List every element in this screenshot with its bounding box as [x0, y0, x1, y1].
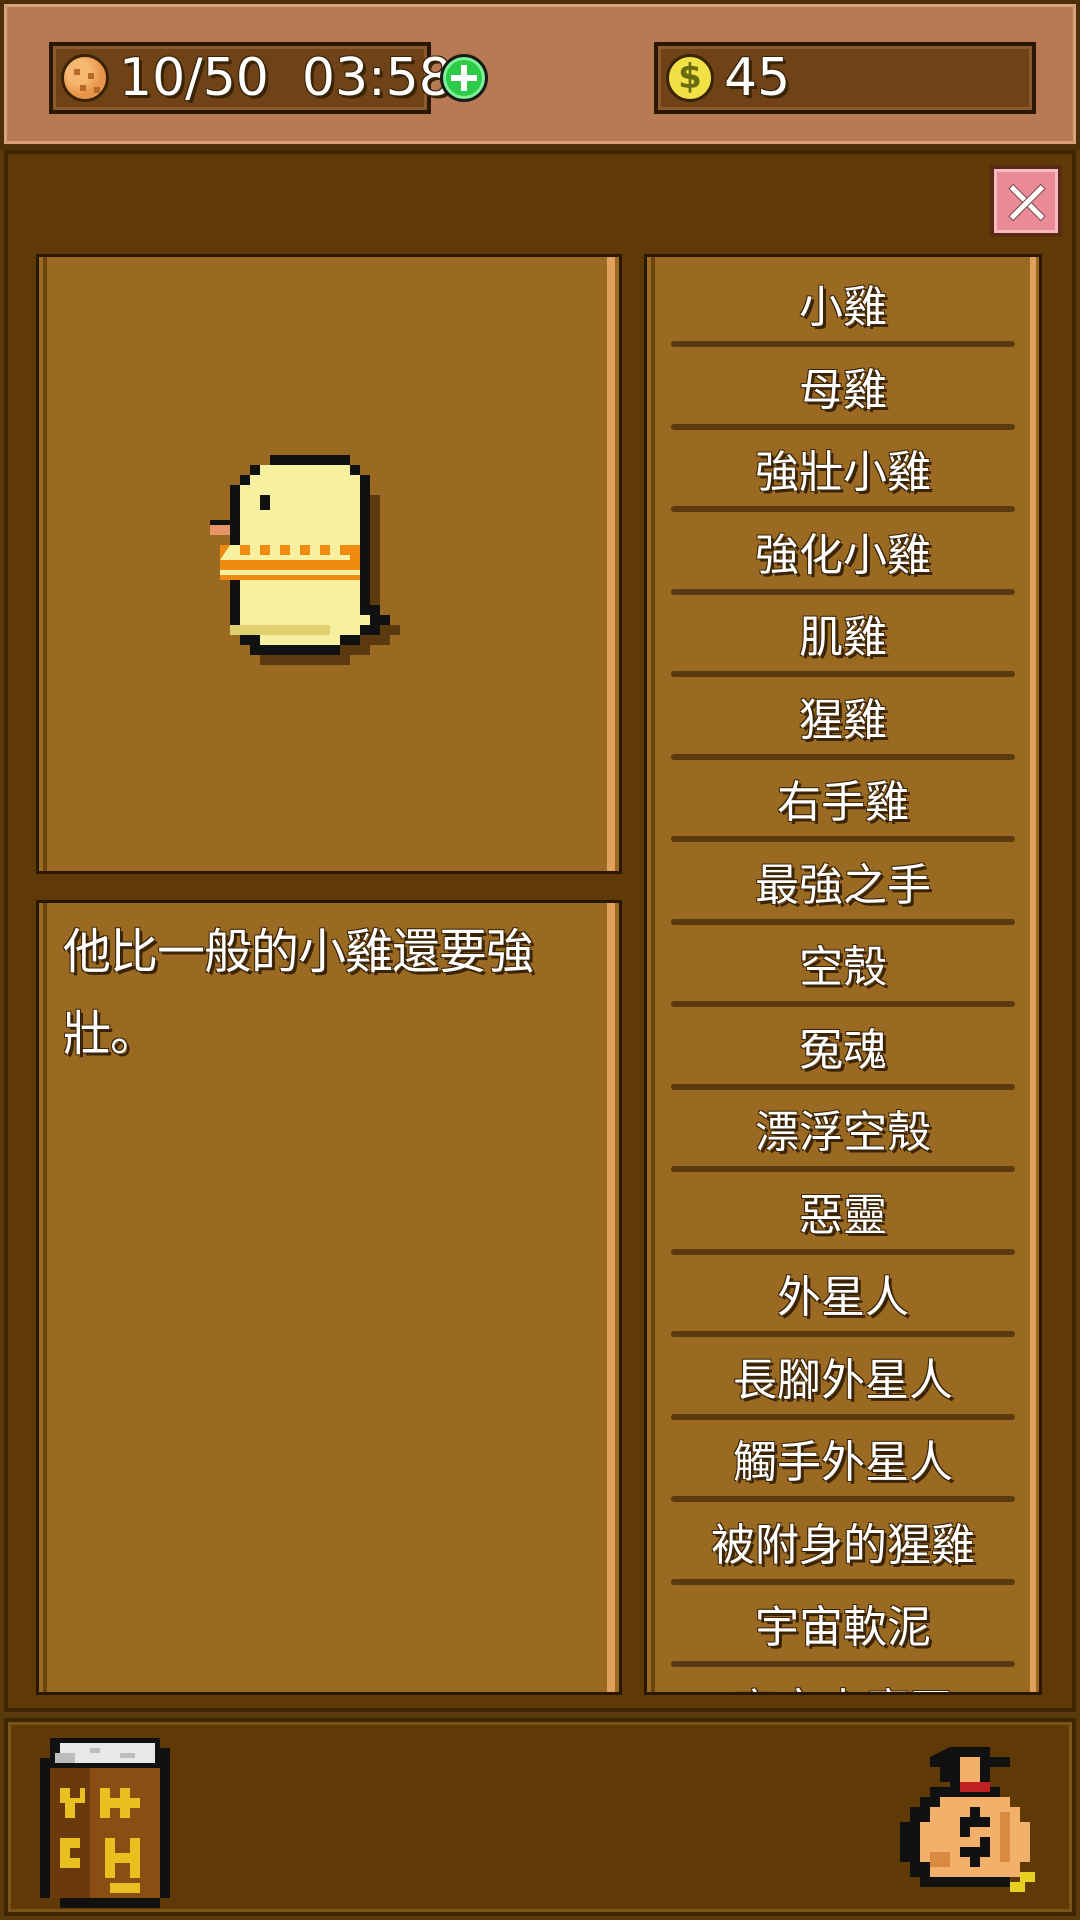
divider	[671, 423, 1015, 430]
energy-counter: 10/50 03:58	[49, 42, 452, 114]
energy-timer: 03:58	[301, 48, 452, 108]
monster-list-item[interactable]: 漂浮空殼	[647, 1098, 1039, 1181]
chick-portrait	[210, 455, 400, 665]
divider	[671, 588, 1015, 595]
monster-description-panel: 他比一般的小雞還要強壯。	[36, 900, 622, 1695]
divider	[671, 1001, 1015, 1007]
divider	[671, 836, 1015, 842]
monster-list-item[interactable]: 宇宙大魔王	[647, 1676, 1039, 1693]
chick-eye	[260, 495, 270, 510]
coin-value: 45	[724, 48, 791, 108]
coin-counter: $ 45	[654, 42, 1036, 114]
book-icon[interactable]	[30, 1728, 180, 1918]
divider	[671, 1413, 1015, 1420]
cookie-icon	[61, 54, 109, 102]
divider	[671, 1578, 1015, 1585]
monster-list-item[interactable]: 猩雞	[647, 686, 1039, 769]
monster-list-item[interactable]: 右手雞	[647, 768, 1039, 851]
monster-list-item[interactable]: 長腳外星人	[647, 1346, 1039, 1429]
monster-list-item[interactable]: 被附身的猩雞	[647, 1511, 1039, 1594]
monster-list-item[interactable]: 小雞	[647, 273, 1039, 356]
divider	[671, 1083, 1015, 1090]
divider	[671, 671, 1015, 677]
monster-description: 他比一般的小雞還要強壯。	[63, 924, 534, 1062]
monster-list-item[interactable]: 外星人	[647, 1263, 1039, 1346]
energy-value: 10/50	[119, 48, 269, 108]
monster-list-item[interactable]: 冤魂	[647, 1016, 1039, 1099]
monster-list-item[interactable]: 強化小雞	[647, 521, 1039, 604]
add-energy-button[interactable]	[440, 54, 488, 102]
monster-list-item[interactable]: 宇宙軟泥	[647, 1593, 1039, 1676]
monster-list-item[interactable]: 空殼	[647, 933, 1039, 1016]
monster-list-panel[interactable]: 小雞 母雞 強壯小雞 強化小雞 肌雞 猩雞 右手雞 最強之手 空殼 冤魂 漂浮空…	[644, 254, 1042, 1695]
divider	[671, 918, 1015, 925]
coin-icon: $	[666, 54, 714, 102]
top-status-bar: 10/50 03:58 $ 45	[0, 0, 1080, 150]
monster-list-item[interactable]: 觸手外星人	[647, 1428, 1039, 1511]
divider	[671, 1331, 1015, 1337]
divider	[671, 1166, 1015, 1172]
monster-list-item[interactable]: 強壯小雞	[647, 438, 1039, 521]
divider	[671, 341, 1015, 347]
monster-list-item[interactable]: 最強之手	[647, 851, 1039, 934]
close-button[interactable]	[990, 165, 1062, 237]
monster-list-item[interactable]: 肌雞	[647, 603, 1039, 686]
divider	[671, 753, 1015, 760]
monster-list-item[interactable]: 惡靈	[647, 1181, 1039, 1264]
divider	[671, 1248, 1015, 1255]
divider	[671, 1496, 1015, 1502]
monster-list-item[interactable]: 母雞	[647, 356, 1039, 439]
monster-list: 小雞 母雞 強壯小雞 強化小雞 肌雞 猩雞 右手雞 最強之手 空殼 冤魂 漂浮空…	[647, 273, 1039, 1693]
divider	[671, 506, 1015, 512]
divider	[671, 1661, 1015, 1667]
money-bag-icon[interactable]	[900, 1742, 1050, 1902]
